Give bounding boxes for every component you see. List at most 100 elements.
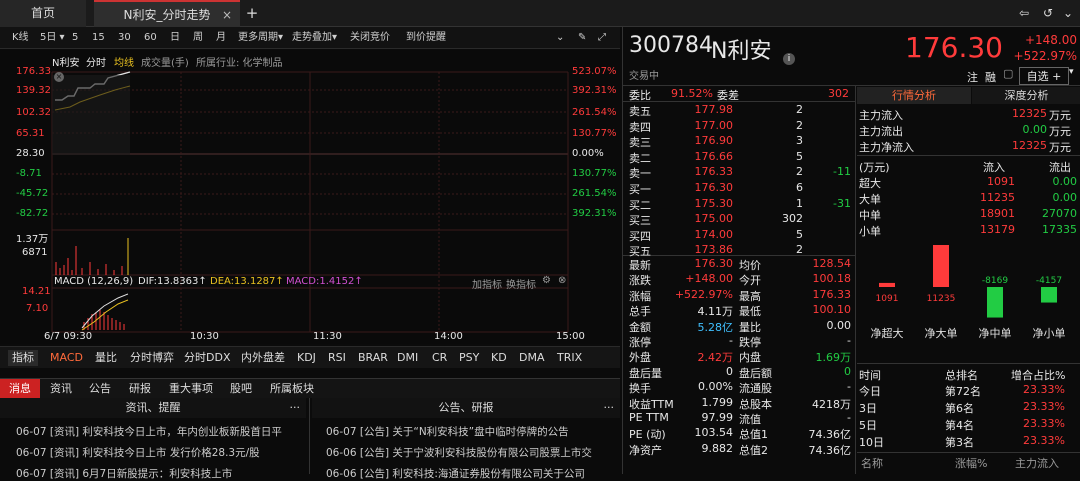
tab-home[interactable]: 首页 xyxy=(0,0,86,27)
footer-inflow[interactable]: 主力流入 xyxy=(1015,455,1059,471)
period-month-button[interactable]: 月 xyxy=(216,27,226,49)
indicator-trix[interactable]: TRIX xyxy=(557,347,582,369)
add-tab-icon[interactable]: + xyxy=(244,0,260,27)
indicator-game[interactable]: 分时博弈 xyxy=(130,347,174,369)
stat-value: 0 xyxy=(726,364,733,378)
news-right-title: 公告、研报 xyxy=(438,401,494,414)
draw-pen-icon[interactable]: ✎ xyxy=(578,27,586,49)
menu-chevron-icon[interactable]: ⌄ xyxy=(1060,0,1076,27)
news-item[interactable]: 06-07 [公告] 关于“N利安科技”盘中临时停牌的公告 xyxy=(326,424,616,439)
indicator-dmi[interactable]: DMI xyxy=(397,347,418,369)
margin-button[interactable]: 融 xyxy=(985,69,996,85)
intraday-chart[interactable]: N利安 分时 均线 成交量(手) 所属行业: 化学制品 176.33 139.3… xyxy=(0,50,620,344)
more-icon[interactable]: ··· xyxy=(290,398,301,418)
period-5-button[interactable]: 5 xyxy=(72,27,78,49)
orderbook-price[interactable]: 176.90 xyxy=(663,134,734,147)
period-5day-button[interactable]: 5日 ▾ xyxy=(40,27,65,49)
indicator-rsi[interactable]: RSI xyxy=(328,347,346,369)
indicator-ddx[interactable]: 分时DDX xyxy=(184,347,230,369)
time-tick: 14:00 xyxy=(434,331,463,342)
macd-title: MACD (12,26,9) xyxy=(54,276,134,287)
footer-name[interactable]: 名称 xyxy=(861,455,883,471)
info-icon[interactable]: i xyxy=(783,53,795,65)
stat-label: 跌停 xyxy=(739,336,761,349)
price-alert-button[interactable]: 到价提醒 xyxy=(406,27,446,49)
rank-time: 今日 xyxy=(859,385,881,398)
add-indicator-button[interactable]: 加指标 xyxy=(472,276,502,291)
collapse-icon[interactable]: ⌄ xyxy=(556,27,564,49)
stat-label: 盘后量 xyxy=(629,366,662,380)
indicator-kdj[interactable]: KDJ xyxy=(297,347,316,369)
flow-row-label: 小单 xyxy=(859,225,881,238)
refresh-icon[interactable]: ↺ xyxy=(1040,0,1056,27)
stat-label: 净资产 xyxy=(629,443,662,457)
news-item[interactable]: 06-07 [资讯] 利安科技今日上市，年内创业板新股首日平 xyxy=(16,424,306,439)
tab-research[interactable]: 研报 xyxy=(129,379,151,399)
main-outflow-label: 主力流出 xyxy=(859,125,903,138)
tab-announcements[interactable]: 公告 xyxy=(89,379,111,399)
news-item[interactable]: 06-06 [公告] 关于宁波利安科技股份有限公司股票上市交 xyxy=(326,445,616,460)
rank-head-pct: 增合占比% xyxy=(1011,369,1066,382)
note-button[interactable]: 注 xyxy=(967,69,978,85)
orderbook-price[interactable]: 173.86 xyxy=(663,243,734,256)
footer-change[interactable]: 涨幅% xyxy=(955,455,987,471)
orderbook-price[interactable]: 177.98 xyxy=(663,103,734,116)
tab-stock-chart[interactable]: N利安_分时走势 × xyxy=(94,0,240,27)
more-icon[interactable]: ··· xyxy=(604,398,615,418)
more-periods-button[interactable]: 更多周期▾ xyxy=(238,27,283,49)
back-icon[interactable]: ⇦ xyxy=(1016,0,1032,27)
period-15-button[interactable]: 15 xyxy=(92,27,105,49)
orderbook-price[interactable]: 176.66 xyxy=(663,150,734,163)
news-right-header: 公告、研报 ··· xyxy=(312,398,620,418)
weibi-value: 91.52% xyxy=(671,87,713,100)
swap-indicator-button[interactable]: 换指标 xyxy=(506,276,536,291)
kline-button[interactable]: K线 xyxy=(12,27,29,49)
indicator-psy[interactable]: PSY xyxy=(459,347,479,369)
orderbook-price[interactable]: 177.00 xyxy=(663,119,734,132)
stat-label: 均价 xyxy=(739,259,761,272)
indicator-inout[interactable]: 内外盘差 xyxy=(241,347,285,369)
indicator-volume-ratio[interactable]: 量比 xyxy=(95,347,117,369)
tab-messages[interactable]: 消息 xyxy=(0,379,40,399)
tab-market-analysis[interactable]: 行情分析 xyxy=(857,87,971,104)
close-auction-button[interactable]: 关闭竞价 xyxy=(350,27,390,49)
stock-name: N利安 xyxy=(711,39,772,64)
indicator-brar[interactable]: BRAR xyxy=(358,347,388,369)
stat-label: 最高 xyxy=(739,289,761,303)
window-icon[interactable]: ▢ xyxy=(1003,67,1013,80)
tab-deep-analysis[interactable]: 深度分析 xyxy=(972,87,1080,104)
indicator-dma[interactable]: DMA xyxy=(519,347,545,369)
period-day-button[interactable]: 日 xyxy=(170,27,180,49)
period-30-button[interactable]: 30 xyxy=(118,27,131,49)
tab-close-icon[interactable]: × xyxy=(222,2,232,29)
tab-forum[interactable]: 股吧 xyxy=(230,379,252,399)
fullscreen-icon[interactable]: ⤢ xyxy=(598,27,606,49)
orderbook-price[interactable]: 174.00 xyxy=(663,228,734,241)
watchlist-dropdown-icon[interactable]: ▾ xyxy=(1069,67,1074,77)
period-week-button[interactable]: 周 xyxy=(193,27,203,49)
orderbook-price[interactable]: 175.30 xyxy=(663,197,734,210)
dif-line xyxy=(81,293,129,329)
indicator-kd[interactable]: KD xyxy=(491,347,507,369)
chart-mode[interactable]: 分时 xyxy=(86,54,106,69)
indicator-menu-button[interactable]: 指标 xyxy=(8,350,38,366)
orderbook-price[interactable]: 176.33 xyxy=(663,165,734,178)
overlay-button[interactable]: 走势叠加▾ xyxy=(292,27,337,49)
rank-position: 第4名 xyxy=(945,419,974,432)
indicator-close-icon[interactable]: ⊗ xyxy=(558,275,566,286)
tab-sectors[interactable]: 所属板块 xyxy=(270,379,314,399)
collapse-chart-icon[interactable]: × xyxy=(54,72,64,82)
orderbook-price[interactable]: 176.30 xyxy=(663,181,734,194)
stat-value: 4218万 xyxy=(812,397,851,411)
period-60-button[interactable]: 60 xyxy=(144,27,157,49)
add-watchlist-button[interactable]: 自选 + xyxy=(1019,67,1069,85)
time-tick: 11:30 xyxy=(313,331,342,342)
indicator-cr[interactable]: CR xyxy=(432,347,447,369)
tab-info[interactable]: 资讯 xyxy=(50,379,72,399)
news-item[interactable]: 06-07 [资讯] 利安科技今日上市 发行价格28.3元/股 xyxy=(16,445,306,460)
orderbook-price[interactable]: 175.00 xyxy=(663,212,734,225)
orderbook-side: 卖五 xyxy=(629,105,651,118)
indicator-macd[interactable]: MACD xyxy=(50,347,83,369)
tab-major-events[interactable]: 重大事项 xyxy=(169,379,213,399)
indicator-settings-icon[interactable]: ⚙ xyxy=(542,275,551,286)
